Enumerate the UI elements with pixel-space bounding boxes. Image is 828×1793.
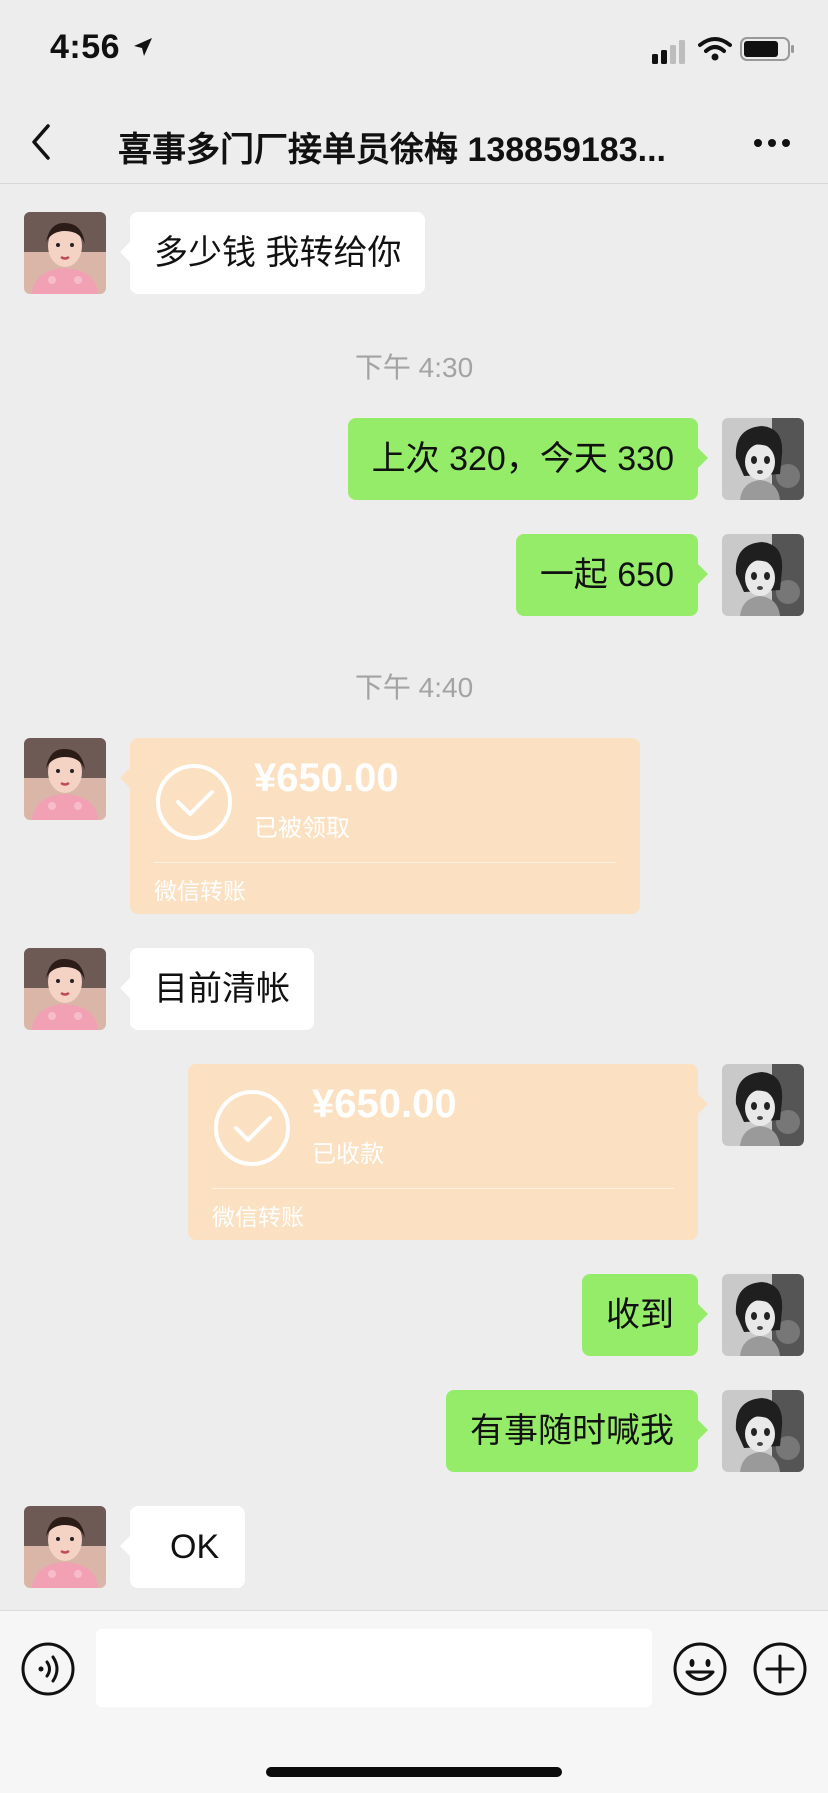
home-indicator[interactable] [266,1767,562,1777]
my-avatar[interactable] [722,1390,804,1472]
chat-input-bar [0,1610,828,1793]
my-avatar[interactable] [722,418,804,500]
my-avatar[interactable] [722,1064,804,1146]
message-bubble[interactable]: 有事随时喊我 [446,1390,708,1472]
message-bubble[interactable]: 上次 320，今天 330 [347,418,709,500]
message-bubble[interactable]: 目前清帐 [120,948,314,1030]
contact-avatar[interactable] [24,738,106,820]
signal-icon [652,40,688,69]
transfer-status: 已被领取 [254,815,350,842]
voice-icon[interactable] [20,1641,76,1702]
more-icon[interactable] [752,136,792,154]
transfer-amount: ¥650.00 [312,1082,457,1126]
status-time: 4:56 [50,28,121,66]
emoji-icon[interactable] [672,1641,728,1702]
status-bar: 4:56 [0,0,828,100]
battery-icon [740,36,796,67]
transfer-amount: ¥650.00 [254,756,399,800]
message-input[interactable] [96,1629,652,1707]
chat-header: 喜事多门厂接单员徐梅 138859183... [0,100,828,184]
wifi-icon [698,36,732,67]
message-bubble[interactable]: OK [119,1506,246,1588]
divider [154,862,616,863]
transfer-card[interactable]: ¥650.00 已被领取 微信转账 [120,738,640,914]
transfer-footer: 微信转账 [212,1204,304,1230]
contact-avatar[interactable] [24,212,106,294]
message-timestamp: 下午 4:40 [354,672,474,703]
contact-avatar[interactable] [24,1506,106,1588]
my-avatar[interactable] [722,1274,804,1356]
chat-title: 喜事多门厂接单员徐梅 138859183... [118,131,666,169]
divider [212,1188,674,1189]
message-timestamp: 下午 4:30 [354,352,474,383]
transfer-status: 已收款 [312,1141,384,1168]
transfer-footer: 微信转账 [154,878,246,904]
message-bubble[interactable]: 多少钱 我转给你 [119,212,426,294]
transfer-card[interactable]: ¥650.00 已收款 微信转账 [188,1064,708,1240]
my-avatar[interactable] [722,534,804,616]
check-circle-icon [212,1088,292,1173]
message-bubble[interactable]: 收到 [582,1274,708,1356]
message-bubble[interactable]: 一起 650 [515,534,709,616]
location-arrow-icon [132,36,154,63]
contact-avatar[interactable] [24,948,106,1030]
check-circle-icon [154,762,234,847]
back-chevron-icon[interactable] [26,120,56,169]
plus-icon[interactable] [752,1641,808,1702]
